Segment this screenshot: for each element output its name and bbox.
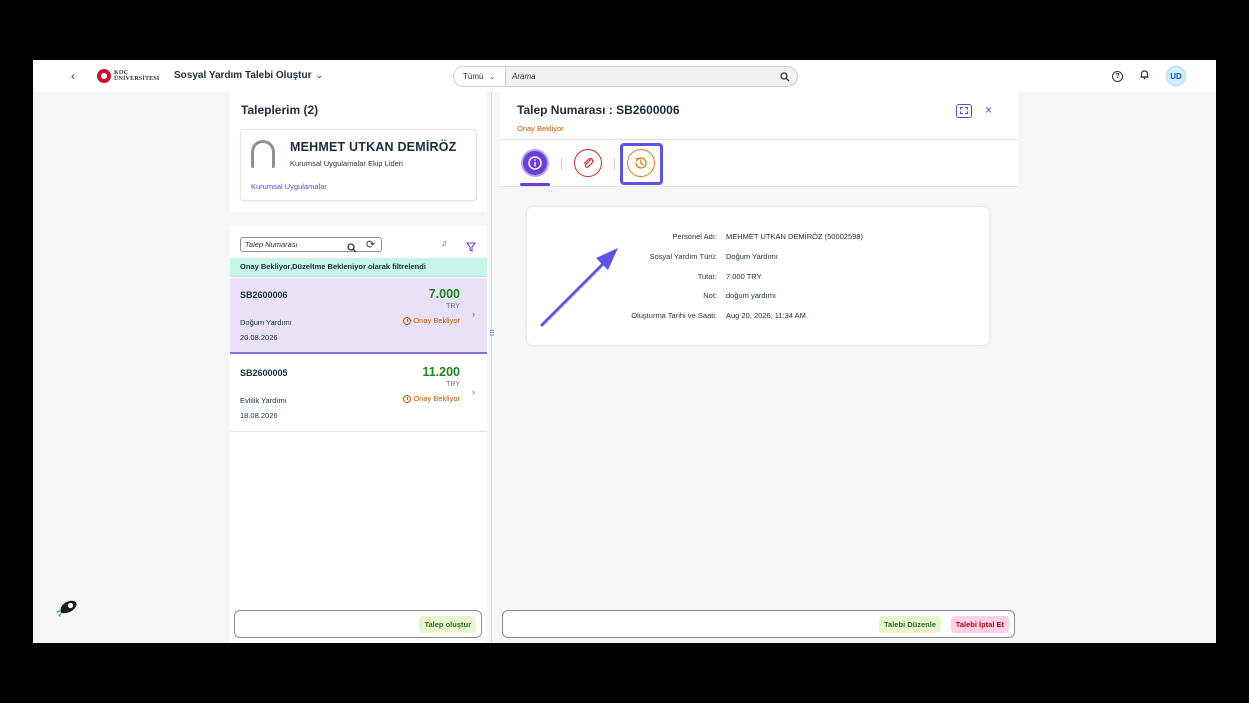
person-placeholder-icon <box>251 140 275 168</box>
list-toolbar: Talep Numarası ⟳ ↓↑ <box>240 237 478 255</box>
university-logo[interactable]: KOÇ ÜNİVERSİTESİ <box>97 69 159 83</box>
paperclip-icon <box>583 157 594 168</box>
app-window: ‹ KOÇ ÜNİVERSİTESİ Sosyal Yardım Talebi … <box>33 60 1216 643</box>
logo-mark-icon <box>97 69 111 83</box>
item-currency: TRY <box>446 381 460 388</box>
item-amount: 11.200 <box>422 365 460 379</box>
request-list-panel: Taleplerim (2) MEHMET UTKAN DEMİRÖZ Kuru… <box>230 92 487 643</box>
profile-name: MEHMET UTKAN DEMİRÖZ <box>290 140 457 154</box>
chevron-right-icon: › <box>472 387 475 397</box>
back-chevron-icon[interactable]: ‹ <box>71 69 75 83</box>
request-number-search-input[interactable]: Talep Numarası <box>240 237 382 252</box>
item-status: Onay Bekliyor <box>403 394 460 403</box>
search-scope-value: Tümü <box>463 72 484 81</box>
detail-footer-toolbar: Talebi Düzenle Talebi İptal Et <box>502 610 1015 638</box>
field-value: 7.000 TRY <box>726 272 762 281</box>
list-footer-toolbar: Talep oluştur <box>234 610 482 638</box>
splitter-grip-icon[interactable]: ⠿ <box>489 330 495 390</box>
user-avatar[interactable]: UD <box>1166 66 1186 86</box>
tab-separator <box>561 158 562 170</box>
tab-attachments[interactable] <box>574 149 602 177</box>
item-status: Onay Bekliyor <box>403 316 460 325</box>
item-type: Doğum Yardımı <box>240 318 292 327</box>
chevron-down-icon: ⌄ <box>489 73 496 81</box>
logo-text-line-2: ÜNİVERSİTESİ <box>114 76 160 82</box>
field-value: Aug 20, 2026, 11:34 AM <box>726 311 806 320</box>
field-value: Doğum Yardımı <box>726 252 778 261</box>
shell-actions: ? UD <box>1112 66 1186 86</box>
chevron-right-icon: › <box>472 309 475 319</box>
item-currency: TRY <box>446 303 460 310</box>
item-date: 18.08.2026 <box>240 411 278 420</box>
highlight-box <box>620 143 663 185</box>
app-title-menu[interactable]: Sosyal Yardım Talebi Oluştur ⌄ <box>174 70 323 81</box>
detail-tab-bar <box>500 141 1018 187</box>
app-title: Sosyal Yardım Talebi Oluştur <box>174 70 312 81</box>
annotation-arrow-icon <box>540 248 618 327</box>
field-label: Not: <box>703 291 717 300</box>
close-icon[interactable]: × <box>985 103 992 117</box>
field-value: doğum yardımı <box>726 291 777 300</box>
divider <box>230 212 487 226</box>
field-label: Tutar: <box>697 272 717 281</box>
tab-separator <box>614 158 615 170</box>
list-item[interactable]: SB2600005 11.200 TRY Evlilik Yardımı 18.… <box>230 356 487 432</box>
shell-bar: ‹ KOÇ ÜNİVERSİTESİ Sosyal Yardım Talebi … <box>33 60 1216 92</box>
clock-icon <box>403 316 412 325</box>
help-icon[interactable]: ? <box>1112 70 1123 82</box>
info-icon <box>528 156 542 170</box>
refresh-icon[interactable]: ⟳ <box>366 238 375 251</box>
chevron-down-icon: ⌄ <box>315 70 324 80</box>
field-label: Sosyal Yardım Türü: <box>649 252 717 261</box>
list-item[interactable]: SB2600006 7.000 TRY Doğum Yardımı 20.08.… <box>230 278 487 354</box>
field-value: MEHMET UTKAN DEMİRÖZ (50002598) <box>726 232 863 241</box>
list-title: Taleplerim (2) <box>241 103 319 117</box>
field-label: Oluşturma Tarihi ve Saati: <box>631 311 717 320</box>
item-type: Evlilik Yardımı <box>240 396 287 405</box>
item-amount: 7.000 <box>428 287 460 301</box>
filter-icon[interactable] <box>465 239 477 257</box>
cancel-request-button[interactable]: Talebi İptal Et <box>950 616 1009 633</box>
tool-launcher-icon[interactable] <box>55 595 81 624</box>
item-code: SB2600006 <box>240 290 288 300</box>
search-icon[interactable] <box>347 240 357 258</box>
filter-info-banner: Onay Bekliyor,Düzeltme Bekleniyor olarak… <box>230 258 487 277</box>
item-date: 20.08.2026 <box>240 333 278 342</box>
item-status-text: Onay Bekliyor <box>413 394 460 403</box>
clock-icon <box>403 394 412 403</box>
bell-icon[interactable] <box>1139 69 1150 83</box>
detail-status: Onay Bekliyor <box>517 124 564 133</box>
active-tab-indicator <box>520 183 550 186</box>
search-icon[interactable] <box>773 71 797 82</box>
detail-title: Talep Numarası : SB2600006 <box>517 103 680 117</box>
profile-role: Kurumsal Uygulamalar Ekip Lideri <box>290 159 403 168</box>
profile-department-link[interactable]: Kurumsal Uygulamalar <box>251 182 327 191</box>
global-search: Tümü ⌄ Arama <box>453 66 798 87</box>
create-request-button[interactable]: Talep oluştur <box>419 616 476 633</box>
detail-header: Talep Numarası : SB2600006 Onay Bekliyor… <box>500 92 1018 140</box>
fullscreen-icon[interactable] <box>956 104 972 118</box>
profile-card: MEHMET UTKAN DEMİRÖZ Kurumsal Uygulamala… <box>240 129 477 201</box>
search-scope-select[interactable]: Tümü ⌄ <box>454 67 506 86</box>
sort-icon[interactable]: ↓↑ <box>441 238 448 248</box>
field-label: Personel Adı: <box>672 232 717 241</box>
search-input[interactable]: Arama <box>506 72 773 81</box>
item-status-text: Onay Bekliyor <box>413 316 460 325</box>
item-code: SB2600005 <box>240 368 288 378</box>
info-row: Personel Adı: MEHMET UTKAN DEMİRÖZ (5000… <box>527 232 989 244</box>
tab-info[interactable] <box>521 149 549 177</box>
edit-request-button[interactable]: Talebi Düzenle <box>879 616 941 633</box>
request-detail-panel: Talep Numarası : SB2600006 Onay Bekliyor… <box>500 92 1018 643</box>
